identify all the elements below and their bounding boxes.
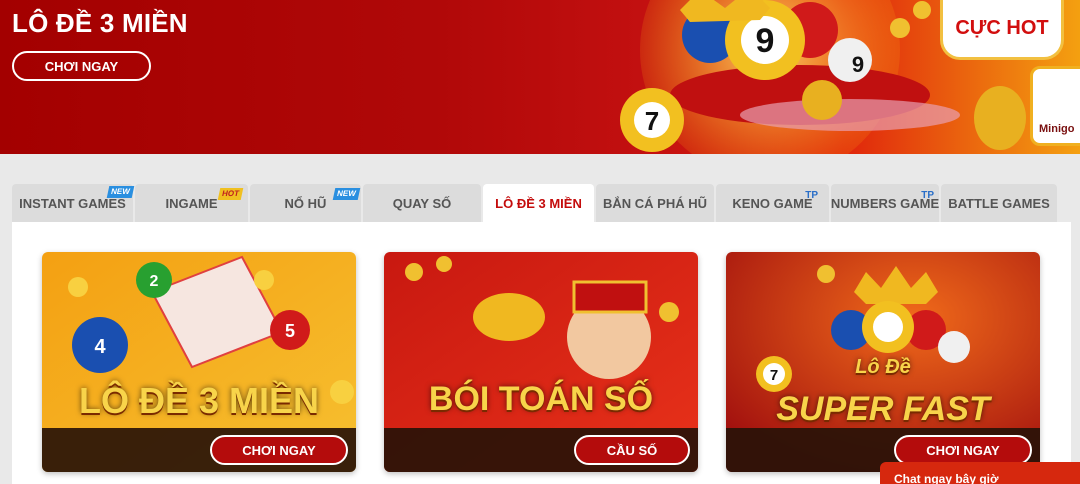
ball-label: 2 <box>150 273 159 290</box>
ball-number-main: 9 <box>756 22 775 60</box>
ball-number-small: 9 <box>852 52 864 77</box>
tab-quay-so[interactable]: QUAY SỐ <box>363 184 481 222</box>
tab-keno-game[interactable]: KENO GAME TP <box>716 184 829 222</box>
tab-lo-de-3-mien[interactable]: LÔ ĐỀ 3 MIỀN <box>483 184 594 222</box>
banner-title: LÔ ĐỀ 3 MIỀN <box>12 8 188 38</box>
tab-no-hu[interactable]: NỔ HŨ NEW <box>250 184 361 222</box>
live-chat-button[interactable]: Chat ngay bây giờ <box>880 462 1080 484</box>
hot-badge-label: CỰC HOT <box>955 17 1049 39</box>
tab-label: NỔ HŨ <box>284 195 327 211</box>
tab-ingame[interactable]: INGAME HOT <box>135 184 248 222</box>
tab-label: INGAME <box>165 195 218 211</box>
hero-banner: 9 9 7 LÔ ĐỀ 3 MIỀN CHƠI NGAY CỰC HOT Min… <box>0 0 1080 154</box>
tab-battle-games[interactable]: BATTLE GAMES <box>941 184 1057 222</box>
cau-so-button[interactable]: CẦU SỐ <box>574 435 690 465</box>
tab-label: BẮN CÁ PHÁ HŨ <box>603 195 707 211</box>
tab-label: KENO GAME <box>732 195 813 211</box>
game-card-lo-de-3-mien[interactable]: 2 4 5 LÔ ĐỀ 3 MIỀN CHƠI NGAY <box>42 252 356 472</box>
hot-tag: HOT <box>217 188 244 200</box>
tab-numbers-game[interactable]: NUMBERS GAME TP <box>831 184 939 222</box>
tab-label: LÔ ĐỀ 3 MIỀN <box>495 195 582 211</box>
ball-label: 4 <box>94 336 106 358</box>
hot-badge: CỰC HOT <box>940 0 1064 60</box>
ball-label: 5 <box>285 321 295 341</box>
new-tag: NEW <box>107 186 135 198</box>
card-title: BÓI TOÁN SỐ <box>428 380 654 418</box>
tab-label: BATTLE GAMES <box>948 195 1050 211</box>
tp-tag: TP <box>921 190 934 201</box>
play-now-button[interactable]: CHƠI NGAY <box>894 435 1032 465</box>
play-now-button[interactable]: CHƠI NGAY <box>210 435 348 465</box>
card-title: LÔ ĐỀ 3 MIỀN <box>78 380 320 421</box>
ball-number-seven: 7 <box>645 106 659 136</box>
tab-label: QUAY SỐ <box>392 195 452 211</box>
minigame-button[interactable]: Minigo <box>1030 66 1080 146</box>
tab-ban-ca-pha-hu[interactable]: BẮN CÁ PHÁ HŨ <box>596 184 714 222</box>
play-now-button[interactable]: CHƠI NGAY <box>12 51 151 81</box>
game-card-lo-de-super-fast[interactable]: 7 Lô Đề SUPER FAST CHƠI NGAY <box>726 252 1040 472</box>
tab-instant-games[interactable]: INSTANT GAMES NEW <box>12 184 135 222</box>
tp-tag: TP <box>805 190 818 201</box>
card-subtitle: Lô Đề <box>855 356 911 378</box>
game-category-tabs: INSTANT GAMES NEW INGAME HOT NỔ HŨ NEW Q… <box>12 184 1057 222</box>
minigame-label: Minigo <box>1039 123 1075 135</box>
new-tag: NEW <box>333 188 361 200</box>
game-card-boi-toan-so[interactable]: BÓI TOÁN SỐ CẦU SỐ <box>384 252 698 472</box>
card-title: SUPER FAST <box>776 390 990 428</box>
